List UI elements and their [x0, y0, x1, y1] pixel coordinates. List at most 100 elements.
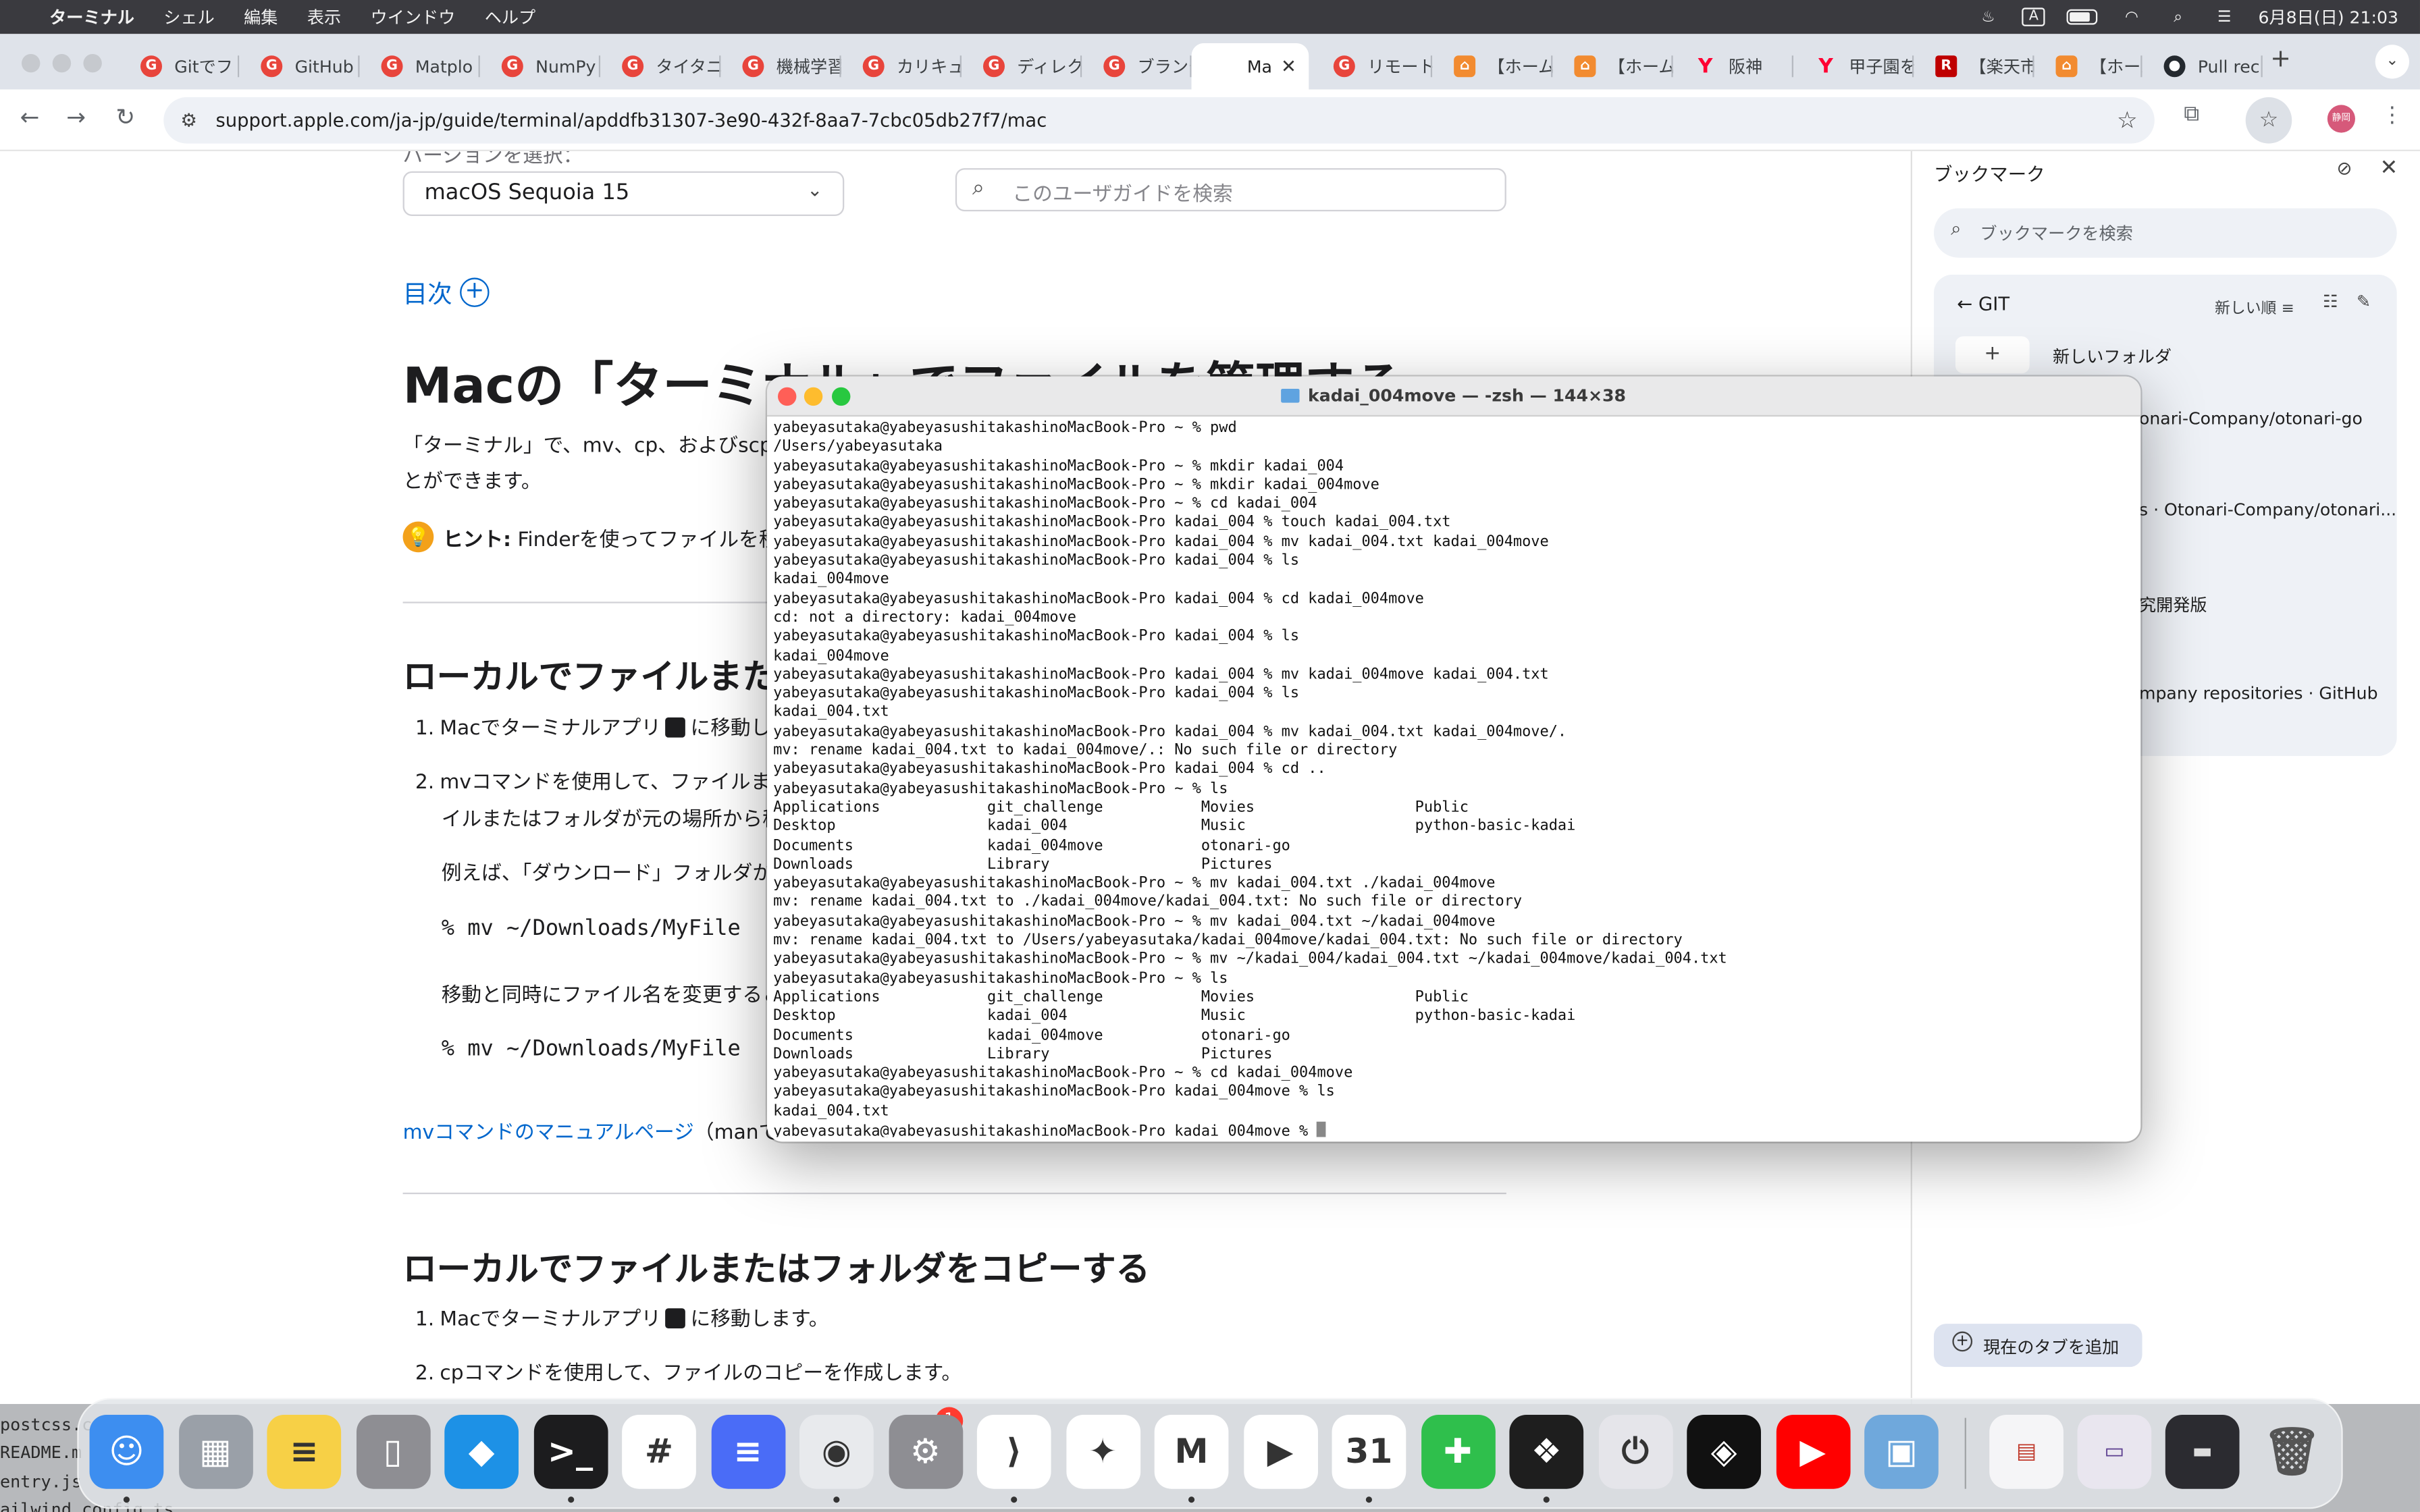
add-current-tab-button[interactable]: + 現在のタブを追加	[1933, 1324, 2142, 1368]
gmail-icon[interactable]: M	[1154, 1414, 1229, 1489]
meet-icon[interactable]: ▶	[1243, 1414, 1317, 1489]
menu-help[interactable]: ヘルプ	[485, 5, 535, 30]
reload-button[interactable]: ↻	[115, 103, 135, 131]
new-folder-button[interactable]: +	[1955, 336, 2030, 374]
window-close-button[interactable]	[21, 53, 41, 73]
tab-search-button[interactable]: ⌄	[2375, 45, 2409, 79]
terminal-close-button[interactable]	[777, 387, 797, 406]
new-tab-button[interactable]: +	[2270, 43, 2291, 72]
terminal-zoom-button[interactable]	[831, 387, 851, 406]
unpin-icon[interactable]: ⊘	[2337, 157, 2352, 179]
chrome-icon[interactable]: ◉	[799, 1414, 874, 1489]
new-folder-label[interactable]: 新しいフォルダ	[2053, 344, 2172, 369]
browser-tab[interactable]: G リモート	[1312, 43, 1433, 90]
tab-close-icon[interactable]: ✕	[1281, 55, 1296, 77]
power-icon[interactable]: ⏻	[1598, 1414, 1673, 1489]
docker-icon[interactable]: ◆	[444, 1414, 519, 1489]
browser-tab[interactable]: G タイタニ	[600, 43, 721, 90]
browser-tab[interactable]: G GitHub	[239, 43, 360, 90]
browser-tab[interactable]: Ma ✕	[1191, 43, 1309, 90]
notes-icon[interactable]: ≡	[267, 1414, 342, 1489]
guide-search-input[interactable]: ⌕ このユーザガイドを検索	[955, 168, 1506, 212]
side-panel-title: ブックマーク	[1933, 163, 2045, 186]
url-text[interactable]: support.apple.com/ja-jp/guide/terminal/a…	[215, 109, 1047, 131]
recent-screenshot-icon[interactable]: ▭	[2077, 1414, 2152, 1489]
browser-tab[interactable]: ⌂ 【ホーム	[1552, 43, 1673, 90]
address-bar[interactable]: ⚙ support.apple.com/ja-jp/guide/terminal…	[163, 97, 2155, 144]
view-toggle-icons[interactable]: ☷✎	[2323, 292, 2389, 312]
window-minimize-button[interactable]	[52, 53, 72, 73]
menu-window[interactable]: ウインドウ	[371, 5, 456, 30]
stage-manager-icon[interactable]: ♨	[1976, 9, 2001, 26]
profile-avatar[interactable]: 静岡	[2327, 105, 2355, 133]
preview-icon[interactable]: ▣	[1864, 1414, 1939, 1489]
wifi-icon[interactable]: ◠	[2120, 9, 2145, 26]
browser-tab[interactable]: G ディレク	[962, 43, 1082, 90]
iphone-mirroring-icon[interactable]: ▯	[355, 1414, 430, 1489]
vscode-icon[interactable]: ⟩	[976, 1414, 1051, 1489]
menu-view[interactable]: 表示	[307, 5, 341, 30]
site-info-icon[interactable]: ⚙	[180, 109, 197, 131]
man-page-link[interactable]: mvコマンドのマニュアルページ	[403, 1122, 694, 1145]
back-button[interactable]: ←	[20, 103, 40, 131]
browser-tab[interactable]: G カリキュ	[841, 43, 962, 90]
toc-label: 目次	[402, 279, 452, 309]
numbers-icon[interactable]: ✚	[1420, 1414, 1495, 1489]
browser-tab[interactable]: Y 甲子園を	[1793, 43, 1914, 90]
terminal-minimize-button[interactable]	[804, 387, 823, 406]
terminal-window[interactable]: kadai_004move — -zsh — 144×38 yabeyasuta…	[766, 376, 2141, 1142]
browser-tab[interactable]: G NumPy	[480, 43, 601, 90]
figma-icon[interactable]: ❖	[1509, 1414, 1584, 1489]
terminal-line-text: yabeyasutaka@yabeyasushitakashinoMacBook…	[773, 495, 1317, 513]
control-center-icon[interactable]: ☰	[2212, 9, 2237, 26]
recent-window-icon[interactable]: ▬	[2165, 1414, 2240, 1489]
bookmark-star-icon[interactable]: ☆	[2117, 107, 2138, 134]
browser-tab[interactable]: ⌂ 【ホーム	[1432, 43, 1553, 90]
menu-clock[interactable]: 6月8日(日) 21:03	[2258, 5, 2398, 30]
tab-favicon-icon: ⌂	[1454, 55, 1476, 78]
browser-tab[interactable]: G ブランチ	[1082, 43, 1192, 90]
browser-tab[interactable]: G 機械学習	[720, 43, 841, 90]
menu-app-name[interactable]: ターミナル	[49, 5, 134, 30]
bookmark-search-input[interactable]: ⌕ ブックマークを検索	[1933, 208, 2397, 258]
version-select[interactable]: macOS Sequoia 15 ⌄	[402, 171, 845, 216]
sort-button[interactable]: 新しい順 ≡	[2215, 295, 2294, 318]
bookmark-item[interactable]: 究開発版	[2139, 593, 2207, 618]
gemini-icon[interactable]: ✦	[1066, 1414, 1140, 1489]
launchpad-icon[interactable]: ▦	[178, 1414, 253, 1489]
bookmark-item[interactable]: onari-Company/otonari-go	[2139, 409, 2363, 429]
browser-tab[interactable]: R 【楽天市	[1914, 43, 2034, 90]
extensions-icon[interactable]: ⧉	[2184, 102, 2199, 127]
browser-tab[interactable]: ● Pull rec	[2142, 43, 2263, 90]
terminal-output[interactable]: yabeyasutaka@yabeyasushitakashinoMacBook…	[773, 420, 2131, 1137]
toc-link[interactable]: 目次 +	[403, 273, 490, 310]
browser-tab[interactable]: Y 阪神	[1673, 43, 1793, 90]
terminal-icon[interactable]: >_	[533, 1414, 608, 1489]
window-zoom-button[interactable]	[83, 53, 102, 73]
menu-edit[interactable]: 編集	[244, 5, 278, 30]
browser-tab[interactable]: G Gitでフ	[119, 43, 240, 90]
spotlight-search-icon[interactable]: ⌕	[2165, 9, 2190, 26]
input-source-indicator[interactable]: A	[2022, 7, 2046, 26]
trash-icon[interactable]: 🗑	[2255, 1415, 2329, 1489]
youtube-icon[interactable]: ▶	[1775, 1414, 1850, 1489]
bookmark-item[interactable]: mpany repositories · GitHub	[2139, 684, 2378, 704]
folder-back-button[interactable]: ← GIT	[1957, 293, 2009, 315]
forward-button[interactable]: →	[66, 103, 86, 131]
calendar-icon[interactable]: 31	[1332, 1414, 1406, 1489]
docs-icon[interactable]: ≡	[710, 1414, 785, 1489]
unity-icon[interactable]: ◈	[1687, 1414, 1761, 1489]
recent-document-icon[interactable]: ▤	[1989, 1414, 2063, 1489]
system-settings-icon[interactable]: ⚙	[888, 1414, 963, 1489]
chrome-menu-icon[interactable]: ⋮	[2382, 103, 2403, 128]
bookmark-item[interactable]: s · Otonari-Company/otonari...	[2139, 500, 2396, 520]
close-icon[interactable]: ✕	[2380, 156, 2398, 181]
bookmarks-panel-toggle[interactable]: ☆	[2245, 97, 2292, 144]
slack-icon[interactable]: #	[622, 1414, 696, 1489]
menu-shell[interactable]: シェル	[163, 5, 214, 30]
browser-tab[interactable]: ⌂ 【ホーム	[2034, 43, 2142, 90]
browser-tab[interactable]: G Matplo	[360, 43, 480, 90]
terminal-titlebar[interactable]: kadai_004move — -zsh — 144×38	[766, 376, 2141, 417]
battery-icon[interactable]	[2067, 9, 2098, 25]
finder-icon[interactable]: ☺	[89, 1414, 164, 1489]
